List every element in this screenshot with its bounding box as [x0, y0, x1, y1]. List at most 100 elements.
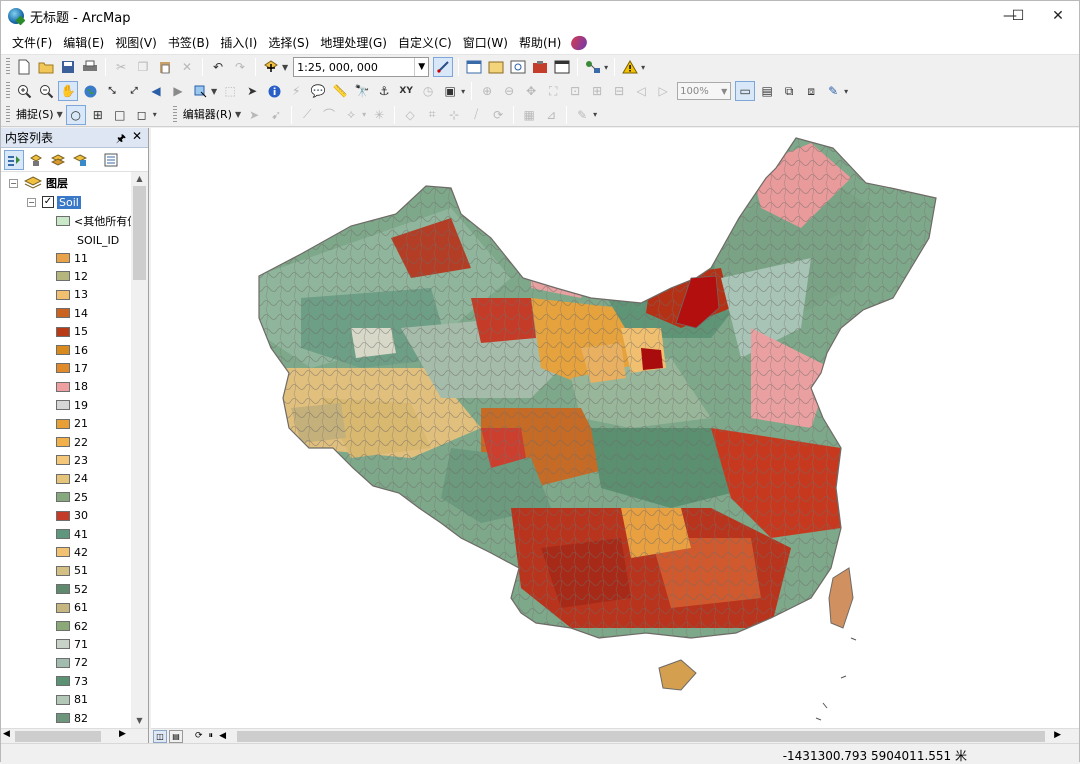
menu-file[interactable]: 文件(F)	[7, 32, 57, 54]
menu-insert[interactable]: 插入(I)	[215, 32, 262, 54]
legend-swatch[interactable]	[56, 455, 70, 466]
zoom-100-percent-icon[interactable]: ⊡	[565, 81, 585, 101]
python-icon[interactable]	[552, 57, 572, 77]
delete-icon[interactable]: ✕	[177, 57, 197, 77]
create-features-icon[interactable]: ✎	[572, 105, 592, 125]
create-viewer-window-icon[interactable]: ▣	[440, 81, 460, 101]
legend-swatch[interactable]	[56, 676, 70, 687]
legend-swatch[interactable]	[56, 271, 70, 282]
legend-swatch[interactable]	[56, 657, 70, 668]
end-snapping-icon[interactable]: ⊞	[88, 105, 108, 125]
select-features-dropdown-icon[interactable]: ▼	[211, 87, 217, 96]
menu-windows[interactable]: 窗口(W)	[458, 32, 513, 54]
toolbar-options-icon[interactable]: ▾	[844, 87, 848, 96]
change-layout-icon[interactable]: ⧉	[779, 81, 799, 101]
pen-icon[interactable]: ✎	[823, 81, 843, 101]
measure-icon[interactable]: 📏	[330, 81, 350, 101]
arc-segment-icon[interactable]: ⌒	[319, 105, 339, 125]
legend-swatch[interactable]	[56, 565, 70, 576]
toc-options-icon[interactable]	[101, 150, 121, 170]
legend-swatch[interactable]	[56, 400, 70, 411]
list-by-source-icon[interactable]	[26, 150, 46, 170]
scroll-left-icon[interactable]: ◀	[3, 729, 10, 739]
trace-icon[interactable]: ⟡	[341, 105, 361, 125]
legend-swatch[interactable]	[56, 253, 70, 263]
legend-swatch[interactable]	[56, 363, 70, 374]
legend-swatch[interactable]	[56, 694, 70, 705]
new-document-icon[interactable]	[14, 57, 34, 77]
next-extent-icon[interactable]: ▶	[168, 81, 188, 101]
toolbar-options-icon[interactable]: ▾	[362, 110, 366, 119]
data-view-icon[interactable]: ◫	[153, 729, 167, 743]
add-data-icon[interactable]	[261, 57, 281, 77]
arctoolbox-icon[interactable]	[530, 57, 550, 77]
chevron-down-icon[interactable]: ▼	[718, 83, 730, 99]
scroll-right-icon[interactable]: ▶	[1054, 730, 1061, 740]
fixed-zoom-out-layout-icon[interactable]: ⊟	[609, 81, 629, 101]
previous-extent-icon[interactable]: ◀	[146, 81, 166, 101]
pause-drawing-icon[interactable]: ⏸	[209, 731, 214, 741]
zoom-out-icon[interactable]	[36, 81, 56, 101]
chevron-down-icon[interactable]: ▼	[235, 110, 241, 119]
search-window-icon[interactable]	[508, 57, 528, 77]
layer-visibility-checkbox[interactable]: ✓	[42, 196, 54, 208]
full-extent-globe-icon[interactable]	[80, 81, 100, 101]
legend-swatch[interactable]	[56, 510, 70, 521]
legend-swatch[interactable]	[56, 473, 70, 484]
open-folder-icon[interactable]	[36, 57, 56, 77]
split-tool-icon[interactable]: ⧸	[466, 105, 486, 125]
edit-vertices-icon[interactable]: ◇	[400, 105, 420, 125]
toolbar-grip[interactable]	[6, 82, 10, 100]
layer-soil[interactable]: − ✓ Soil	[27, 193, 81, 211]
redo-icon[interactable]: ↷	[230, 57, 250, 77]
close-button[interactable]: ✕	[1035, 1, 1080, 31]
collapse-icon[interactable]: −	[27, 197, 36, 207]
toolbar-options-icon[interactable]: ▾	[593, 110, 597, 119]
identify-icon[interactable]	[264, 81, 284, 101]
toolbar-options-icon[interactable]: ▾	[461, 87, 465, 96]
pan-hand-icon[interactable]: ✋	[58, 81, 78, 101]
layout-view-icon[interactable]: ▤	[169, 729, 183, 743]
legend-swatch[interactable]	[56, 547, 70, 558]
previous-layout-extent-icon[interactable]: ◁	[631, 81, 651, 101]
layout-zoom-out-icon[interactable]: ⊖	[499, 81, 519, 101]
chevron-down-icon[interactable]: ▼	[57, 110, 63, 119]
toggle-draft-mode-icon[interactable]: ▭	[735, 81, 756, 101]
soil-map[interactable]	[151, 128, 1079, 728]
map-horizontal-scrollbar[interactable]: ◫ ▤ ⟳ ⏸ ◀ ▶	[151, 728, 1079, 743]
editor-menu[interactable]: 编辑器(R)	[180, 105, 235, 125]
menu-help[interactable]: 帮助(H)	[514, 32, 566, 54]
fixed-zoom-in-layout-icon[interactable]: ⊞	[587, 81, 607, 101]
scrollbar-thumb[interactable]	[133, 186, 146, 280]
toolbar-grip[interactable]	[6, 58, 10, 76]
copy-icon[interactable]: ❐	[133, 57, 153, 77]
layer-name[interactable]: Soil	[57, 195, 81, 209]
legend-swatch[interactable]	[56, 713, 70, 723]
select-elements-arrow-icon[interactable]: ➤	[242, 81, 262, 101]
html-popup-icon[interactable]: 💬	[308, 81, 328, 101]
legend-swatch[interactable]	[56, 308, 70, 319]
straight-segment-icon[interactable]: ⟋	[297, 105, 317, 125]
close-icon[interactable]: ✕	[132, 129, 142, 143]
scroll-left-icon[interactable]: ◀	[219, 731, 226, 741]
table-of-contents-icon[interactable]	[464, 57, 484, 77]
print-icon[interactable]	[80, 57, 100, 77]
add-data-dropdown-icon[interactable]: ▼	[282, 63, 288, 72]
catalog-icon[interactable]	[486, 57, 506, 77]
vertex-snapping-icon[interactable]: □	[110, 105, 130, 125]
edge-snapping-icon[interactable]: ◻	[132, 105, 152, 125]
menu-edit[interactable]: 编辑(E)	[58, 32, 109, 54]
sketch-properties-icon[interactable]: ⊿	[541, 105, 561, 125]
clear-selection-icon[interactable]: ⬚	[220, 81, 240, 101]
list-by-selection-icon[interactable]	[70, 150, 90, 170]
layout-zoom-in-icon[interactable]: ⊕	[477, 81, 497, 101]
scrollbar-thumb[interactable]	[15, 731, 101, 742]
pin-icon[interactable]: 🖈	[116, 130, 126, 149]
toc-vertical-scrollbar[interactable]: ▲ ▼	[131, 172, 148, 728]
editor-toolbar-icon[interactable]	[433, 57, 454, 77]
legend-swatch[interactable]	[56, 289, 70, 300]
fixed-zoom-in-icon[interactable]: ⤡	[102, 81, 122, 101]
save-icon[interactable]	[58, 57, 78, 77]
reshape-feature-icon[interactable]: ⌗	[422, 105, 442, 125]
menu-geoprocessing[interactable]: 地理处理(G)	[315, 32, 392, 54]
